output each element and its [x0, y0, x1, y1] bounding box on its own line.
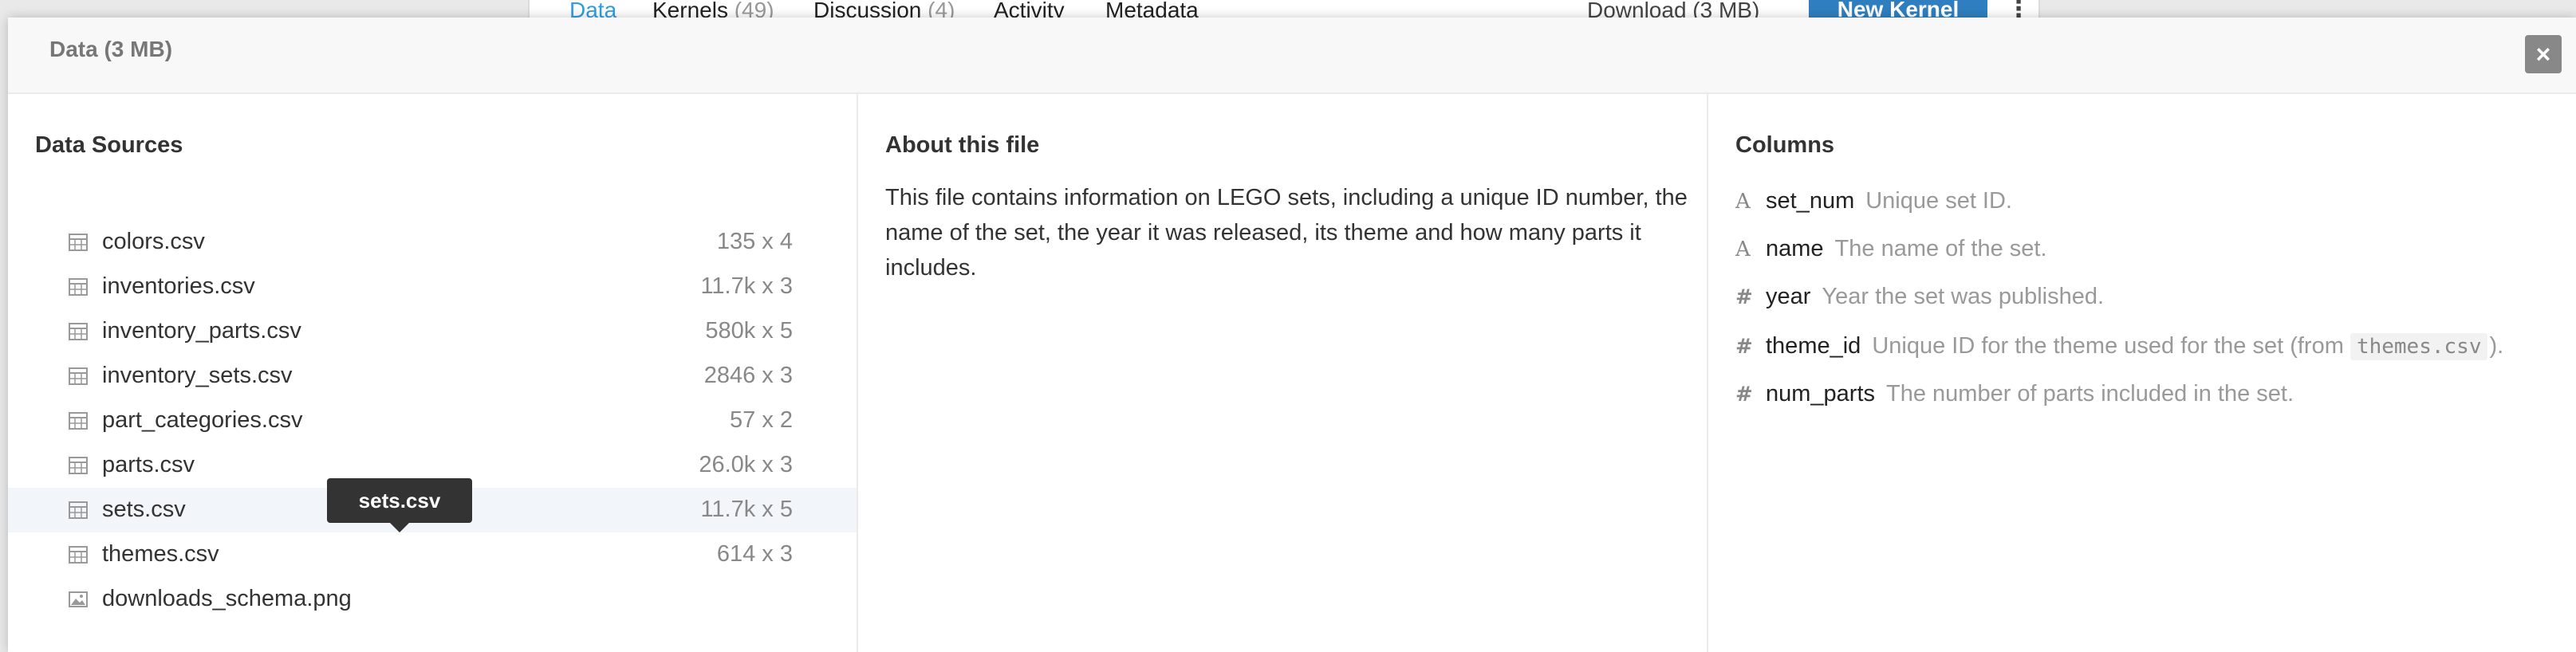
column-name: year: [1766, 284, 1811, 309]
image-icon: [69, 591, 88, 608]
table-icon: [69, 457, 88, 474]
file-name: colors.csv: [102, 229, 205, 254]
columns-panel: Columns Aset_num Unique set ID. Aname The n…: [1708, 94, 2576, 652]
modal-title: Data (3 MB): [49, 37, 173, 61]
file-dimensions: 11.7k x 3: [700, 273, 793, 299]
column-description: Unique ID for the theme used for the set…: [1872, 333, 2344, 359]
numeric-type-icon: #: [1735, 335, 1753, 359]
file-name: part_categories.csv: [102, 407, 303, 433]
file-dimensions: 2846 x 3: [703, 363, 793, 388]
file-dimensions: 135 x 4: [716, 229, 793, 254]
modal-header: Data (3 MB) ×: [8, 18, 2576, 94]
file-name: sets.csv: [102, 497, 186, 522]
column-description: The number of parts included in the set.: [1886, 381, 2294, 407]
file-row-inventories-csv[interactable]: inventories.csv 11.7k x 3: [8, 265, 857, 309]
column-name: theme_id: [1766, 333, 1861, 359]
column-name: name: [1766, 236, 1824, 261]
table-icon: [69, 323, 88, 340]
data-modal: Data (3 MB) × Data Sources colors.csv 135…: [8, 18, 2576, 652]
column-name: set_num: [1766, 188, 1855, 214]
column-description: The name of the set.: [1834, 236, 2047, 261]
column-row: # year Year the set was published.: [1735, 284, 2104, 319]
table-icon: [69, 546, 88, 564]
file-dimensions: 57 x 2: [730, 407, 793, 433]
inline-code: themes.csv: [2350, 333, 2488, 360]
file-tooltip: sets.csv: [327, 478, 472, 532]
file-row-part-categories-csv[interactable]: part_categories.csv 57 x 2: [8, 399, 857, 443]
file-name: inventories.csv: [102, 273, 255, 299]
close-icon[interactable]: ×: [2525, 35, 2562, 73]
column-row: Aset_num Unique set ID.: [1735, 188, 2012, 223]
data-sources-panel: Data Sources colors.csv 135 x 4 inventorie…: [8, 94, 858, 652]
file-row-inventory-sets-csv[interactable]: inventory_sets.csv 2846 x 3: [8, 354, 857, 399]
column-description: Year the set was published.: [1822, 284, 2105, 309]
file-dimensions: 580k x 5: [705, 318, 793, 344]
file-dimensions: 26.0k x 3: [699, 452, 793, 477]
file-name: themes.csv: [102, 541, 219, 567]
table-icon: [69, 501, 88, 519]
file-name: downloads_schema.png: [102, 586, 352, 611]
column-row: # num_parts The number of parts included i…: [1735, 381, 2294, 416]
table-icon: [69, 278, 88, 296]
table-icon: [69, 234, 88, 251]
file-row-inventory-parts-csv[interactable]: inventory_parts.csv 580k x 5: [8, 309, 857, 354]
file-row-colors-csv[interactable]: colors.csv 135 x 4: [8, 220, 857, 265]
numeric-type-icon: #: [1735, 285, 1753, 309]
about-panel: About this file This file contains infor…: [858, 94, 1708, 652]
column-description-end: ).: [2489, 333, 2504, 359]
column-name: num_parts: [1766, 381, 1876, 407]
file-name: parts.csv: [102, 452, 195, 477]
table-icon: [69, 367, 88, 385]
file-dimensions: 614 x 3: [716, 541, 793, 567]
about-description: This file contains information on LEGO s…: [885, 185, 1688, 281]
string-type-icon: A: [1735, 238, 1751, 261]
data-sources-heading: Data Sources: [35, 132, 183, 158]
column-row: Aname The name of the set.: [1735, 236, 2047, 271]
numeric-type-icon: #: [1735, 383, 1753, 407]
table-icon: [69, 412, 88, 430]
file-dimensions: 11.7k x 5: [700, 497, 793, 522]
string-type-icon: A: [1735, 190, 1751, 214]
file-name: inventory_sets.csv: [102, 363, 293, 388]
file-row-downloads-schema-png[interactable]: downloads_schema.png: [8, 577, 857, 622]
file-row-themes-csv[interactable]: themes.csv 614 x 3: [8, 532, 857, 577]
column-row: # theme_id Unique ID for the theme used fo…: [1735, 333, 2503, 368]
about-heading: About this file: [885, 132, 1040, 158]
column-description: Unique set ID.: [1865, 188, 2012, 214]
file-name: inventory_parts.csv: [102, 318, 301, 344]
columns-heading: Columns: [1735, 132, 1835, 158]
